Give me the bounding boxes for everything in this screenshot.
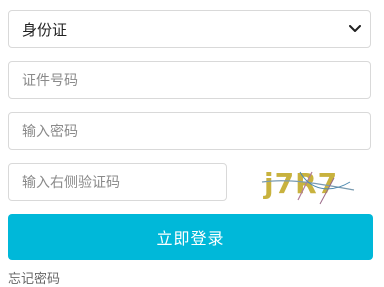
password-input[interactable]: 输入密码: [8, 112, 371, 150]
login-button[interactable]: 立即登录: [8, 214, 373, 260]
captcha-image[interactable]: j7R7: [250, 160, 360, 206]
id-type-select-value: 身份证: [22, 20, 68, 39]
login-button-label: 立即登录: [156, 229, 225, 248]
captcha-input[interactable]: 输入右侧验证码: [8, 163, 227, 201]
captcha-placeholder: 输入右侧验证码: [22, 175, 120, 191]
login-form: 身份证 证件号码 输入密码 输入右侧验证码 j7R7 立即登录 忘记密码: [0, 0, 384, 287]
id-number-placeholder: 证件号码: [22, 73, 78, 89]
id-type-select[interactable]: 身份证: [8, 10, 371, 48]
chevron-down-icon: [348, 22, 362, 36]
id-number-input[interactable]: 证件号码: [8, 61, 371, 99]
forgot-password-link[interactable]: 忘记密码: [8, 268, 60, 287]
password-placeholder: 输入密码: [22, 124, 78, 140]
